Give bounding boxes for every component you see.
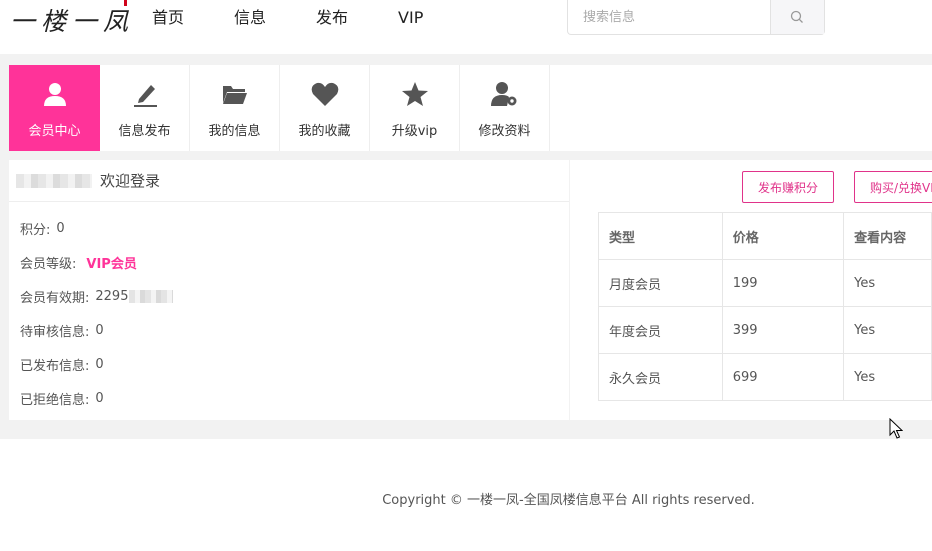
blurred-expiry xyxy=(129,289,174,303)
row-label: 已拒绝信息: xyxy=(20,392,90,408)
table-row: 年度会员 399 Yes xyxy=(598,306,932,354)
pending-value: 0 xyxy=(95,322,104,338)
row-label: 会员等级: xyxy=(20,256,77,272)
tab-label: 修改资料 xyxy=(478,124,531,139)
main-nav: 首页 信息 发布 VIP xyxy=(152,8,473,28)
tab-upgrade-vip[interactable]: 升级vip xyxy=(370,65,460,151)
table-row: 月度会员 199 Yes xyxy=(598,259,932,307)
member-tabs: 会员中心 信息发布 我的信息 我的收藏 升级vip 修改资料 xyxy=(9,65,932,151)
row-label: 积分: xyxy=(20,222,51,238)
header-price: 价格 xyxy=(721,212,845,260)
pending-row: 待审核信息: 0 xyxy=(20,313,569,347)
pencil-icon xyxy=(133,85,157,107)
publish-points-button[interactable]: 发布赚积分 xyxy=(742,171,834,203)
user-icon xyxy=(43,83,66,106)
search-box xyxy=(567,0,825,35)
vip-price-table: 类型 价格 查看内容 月度会员 199 Yes 年度会员 399 Yes 永久会… xyxy=(598,212,932,401)
rejected-row: 已拒绝信息: 0 xyxy=(20,381,569,415)
user-gear-icon xyxy=(490,82,516,106)
tab-label: 升级vip xyxy=(391,124,438,139)
tab-member-center[interactable]: 会员中心 xyxy=(9,65,100,151)
row-label: 会员有效期: xyxy=(20,290,90,306)
tab-label: 信息发布 xyxy=(118,124,171,139)
member-level-value: VIP会员 xyxy=(86,256,137,272)
nav-info[interactable]: 信息 xyxy=(234,8,266,28)
published-value: 0 xyxy=(95,356,104,372)
welcome-text: 欢迎登录 xyxy=(100,172,161,190)
buy-vip-button[interactable]: 购买/兑换VIP xyxy=(854,171,932,203)
nav-vip[interactable]: VIP xyxy=(398,8,423,28)
tab-label: 我的信息 xyxy=(208,124,261,139)
header-type: 类型 xyxy=(598,212,723,260)
cell-view: Yes xyxy=(843,353,932,401)
vip-panel: 发布赚积分 购买/兑换VIP 类型 价格 查看内容 月度会员 199 Yes 年… xyxy=(570,160,932,420)
cell-type: 年度会员 xyxy=(598,306,723,354)
cell-view: Yes xyxy=(843,306,932,354)
cell-view: Yes xyxy=(843,259,932,307)
heart-icon xyxy=(311,82,338,106)
mouse-cursor-icon xyxy=(889,418,903,439)
cell-price: 399 xyxy=(721,306,845,354)
profile-info-list: 积分: 0 会员等级: VIP会员 会员有效期: 2295 待审核信息: 0 已… xyxy=(9,202,569,415)
profile-panel: 欢迎登录 积分: 0 会员等级: VIP会员 会员有效期: 2295 待审核信息… xyxy=(9,160,569,420)
blurred-username xyxy=(16,173,92,188)
row-label: 待审核信息: xyxy=(20,324,90,340)
published-row: 已发布信息: 0 xyxy=(20,347,569,381)
site-logo[interactable]: 一楼一凤 xyxy=(10,2,134,38)
search-input[interactable] xyxy=(568,0,770,34)
tab-post-info[interactable]: 信息发布 xyxy=(100,65,190,151)
table-header-row: 类型 价格 查看内容 xyxy=(598,212,932,260)
cell-price: 699 xyxy=(721,353,845,401)
points-value: 0 xyxy=(56,220,65,236)
nav-publish[interactable]: 发布 xyxy=(316,8,348,28)
points-row: 积分: 0 xyxy=(20,211,569,245)
search-icon xyxy=(791,10,804,23)
tab-edit-profile[interactable]: 修改资料 xyxy=(460,65,550,151)
cell-type: 永久会员 xyxy=(598,353,723,401)
nav-home[interactable]: 首页 xyxy=(152,8,184,28)
tab-label: 会员中心 xyxy=(28,124,81,139)
table-row: 永久会员 699 Yes xyxy=(598,353,932,401)
cell-type: 月度会员 xyxy=(598,259,723,307)
expiry-value: 2295 xyxy=(95,288,129,304)
logo-mark xyxy=(124,0,127,6)
tab-my-info[interactable]: 我的信息 xyxy=(190,65,280,151)
rejected-value: 0 xyxy=(95,390,104,406)
welcome-row: 欢迎登录 xyxy=(9,160,569,202)
tab-my-favorites[interactable]: 我的收藏 xyxy=(280,65,370,151)
folder-icon xyxy=(222,86,247,104)
header-view-content: 查看内容 xyxy=(843,212,932,260)
star-icon xyxy=(401,82,428,106)
member-level-row: 会员等级: VIP会员 xyxy=(20,245,569,279)
cell-price: 199 xyxy=(721,259,845,307)
footer-copyright: Copyright © 一楼一凤-全国凤楼信息平台 All rights res… xyxy=(382,493,755,508)
row-label: 已发布信息: xyxy=(20,358,90,374)
top-header: 一楼一凤 首页 信息 发布 VIP xyxy=(0,0,932,54)
expiry-row: 会员有效期: 2295 xyxy=(20,279,569,313)
search-button[interactable] xyxy=(769,0,824,34)
tab-label: 我的收藏 xyxy=(298,124,351,139)
